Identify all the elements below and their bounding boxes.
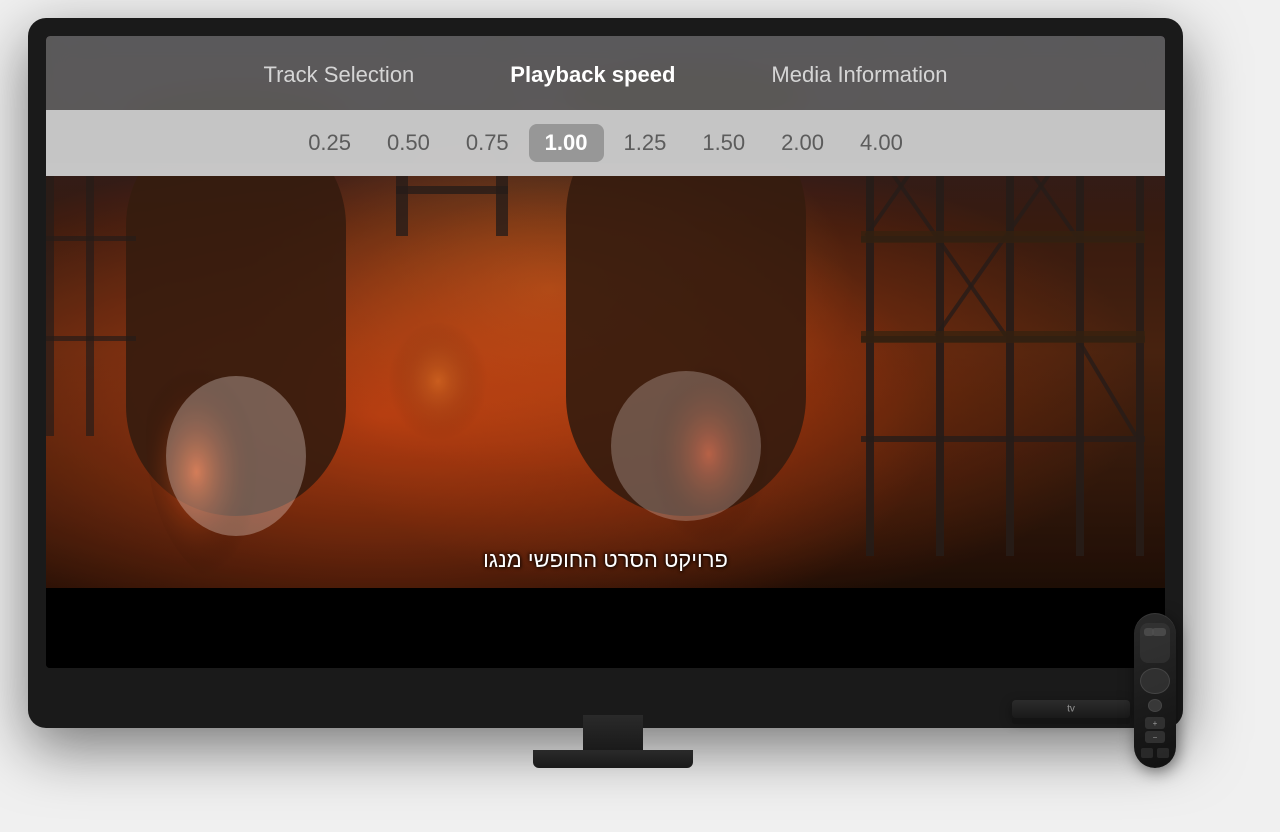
video-bottom-bar [46, 588, 1165, 668]
stand-neck [583, 715, 643, 750]
apple-tv-box: tv [1012, 700, 1130, 718]
remote-menu-button[interactable] [1152, 628, 1166, 636]
speed-option-125[interactable]: 1.25 [608, 124, 683, 162]
tv-stand [533, 715, 693, 768]
tab-media-information[interactable]: Media Information [763, 58, 955, 92]
remote-skip-group [1141, 748, 1169, 758]
speed-option-200[interactable]: 2.00 [765, 124, 840, 162]
remote-volume-group: + − [1145, 717, 1165, 743]
remote-trackpad[interactable] [1140, 668, 1170, 695]
scene: Track Selection Playback speed Media Inf… [0, 0, 1280, 832]
remote-mic-button[interactable] [1148, 699, 1162, 712]
speed-selector-bar: 0.25 0.50 0.75 1.00 1.25 1.50 2.00 4.00 [46, 110, 1165, 176]
speed-option-100[interactable]: 1.00 [529, 124, 604, 162]
remote-tv-button[interactable] [1144, 628, 1154, 636]
remote-volume-up[interactable]: + [1145, 717, 1165, 729]
stand-base [533, 750, 693, 768]
subtitle-text: פרויקט הסרט החופשי מנגו [46, 547, 1165, 573]
tab-track-selection[interactable]: Track Selection [255, 58, 422, 92]
overlay-panel: Track Selection Playback speed Media Inf… [46, 36, 1165, 176]
speed-option-400[interactable]: 4.00 [844, 124, 919, 162]
speed-option-150[interactable]: 1.50 [686, 124, 761, 162]
tv-bezel: Track Selection Playback speed Media Inf… [28, 18, 1183, 728]
remote-top-area [1140, 623, 1170, 663]
tab-bar: Track Selection Playback speed Media Inf… [46, 36, 1165, 110]
apple-tv-remote: + − [1134, 613, 1176, 768]
tv-unit: Track Selection Playback speed Media Inf… [28, 18, 1198, 798]
remote-skip-forward[interactable] [1157, 748, 1169, 758]
tab-playback-speed[interactable]: Playback speed [502, 58, 683, 92]
apple-tv-logo: tv [1067, 704, 1075, 715]
tv-screen: Track Selection Playback speed Media Inf… [46, 36, 1165, 668]
speed-option-025[interactable]: 0.25 [292, 124, 367, 162]
speed-option-050[interactable]: 0.50 [371, 124, 446, 162]
remote-volume-down[interactable]: − [1145, 731, 1165, 743]
speed-option-075[interactable]: 0.75 [450, 124, 525, 162]
remote-skip-back[interactable] [1141, 748, 1153, 758]
